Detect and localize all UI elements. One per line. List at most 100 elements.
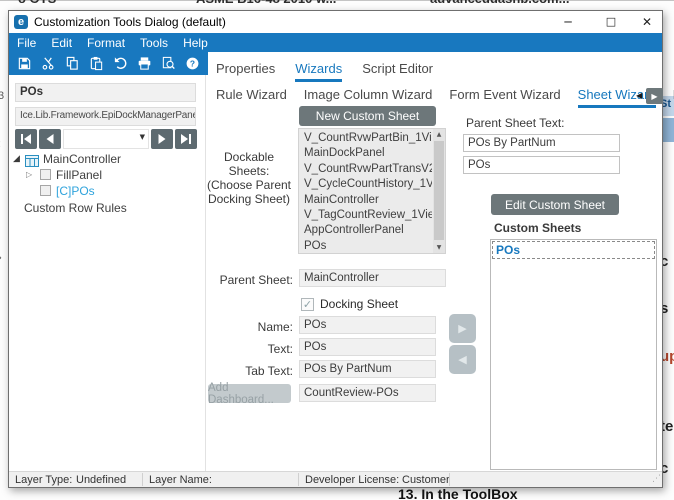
backdrop-fragment: › [0,252,2,264]
tree-expanded-icon[interactable]: ◢ [13,154,20,164]
tab-sheet-wizard[interactable]: Sheet Wizard [577,87,656,108]
nav-prev-button[interactable] [39,129,61,149]
tab-properties[interactable]: Properties [216,61,275,82]
tree-node-maincontroller[interactable]: MainController [43,152,121,166]
parent-sheet-label: Parent Sheet: [219,273,293,287]
nav-dropdown[interactable]: ▼ [63,129,149,149]
chevron-down-icon: ▼ [139,133,145,141]
divider [142,473,143,486]
scroll-up-icon[interactable]: ▲ [433,129,445,140]
developer-license-label: Developer License: [305,474,400,486]
name-field[interactable]: POs [299,316,436,334]
list-item[interactable]: V_TagCountReview_1View... [299,208,432,223]
backdrop-fragment: o OTS [18,0,56,6]
zoom-icon[interactable] [160,56,176,72]
backdrop-fragment: te [662,418,674,435]
backdrop-fragment: : [0,138,1,150]
dockable-sheets-listbox[interactable]: V_CountRvwPartBin_1View... MainDockPanel… [298,128,446,254]
tab-form-event-wizard[interactable]: Form Event Wizard [449,87,560,108]
tree-collapsed-icon[interactable]: ▷ [26,170,32,179]
control-type-field: Ice.Lib.Framework.EpiDockManagerPane [15,107,196,126]
paste-icon[interactable] [88,56,104,72]
save-icon[interactable] [16,56,32,72]
cut-icon[interactable] [40,56,56,72]
print-icon[interactable] [136,56,152,72]
tab-scroll-left-icon[interactable]: ◀ [636,91,642,100]
move-right-button[interactable]: ▶ [449,314,476,343]
menu-item-file[interactable]: File [17,36,36,50]
backdrop-highlight-band [662,118,674,142]
help-icon[interactable]: ? [184,56,200,72]
title-bar[interactable]: e Customization Tools Dialog (default) ─… [9,11,662,33]
developer-license-value: Customer [402,474,450,486]
scroll-down-icon[interactable]: ▼ [433,242,445,253]
toolbar: ? [9,52,208,75]
customization-tools-dialog: e Customization Tools Dialog (default) ─… [8,10,674,488]
tab-rule-wizard[interactable]: Rule Wizard [216,87,287,108]
close-icon[interactable]: ✕ [632,11,662,33]
nav-next-button[interactable] [151,129,173,149]
scrollbar-thumb[interactable] [434,141,444,240]
list-item[interactable]: MainController [299,193,432,208]
name-label: Name: [257,320,293,334]
tree-node-custom-row-rules[interactable]: Custom Row Rules [24,201,127,215]
docking-sheet-checkbox[interactable]: ✓ [301,298,314,311]
maximize-icon[interactable]: □ [596,11,626,33]
layer-name-label: Layer Name: [149,474,212,486]
dockable-sheets-label: Dockable Sheets: (Choose Parent Docking … [206,150,292,206]
menu-item-edit[interactable]: Edit [51,36,72,50]
backdrop-top-strip: o OTS ASME B16-48 2010 w... advanceddash… [0,0,674,10]
epicor-logo-icon: e [14,15,28,29]
tab-script-editor[interactable]: Script Editor [362,61,433,82]
minimize-icon[interactable]: ─ [553,11,583,33]
move-left-button[interactable]: ◀ [449,345,476,374]
menu-item-help[interactable]: Help [183,36,208,50]
scrollbar[interactable]: ▲ ▼ [433,129,445,253]
list-item-selected[interactable]: POs [492,241,655,259]
resize-grip[interactable]: ⋰ [652,474,661,484]
nav-last-button[interactable] [175,129,197,149]
selected-control-field[interactable]: POs [15,83,196,102]
list-item[interactable]: MainDockPanel [299,146,432,161]
parent-sheet-text-label: Parent Sheet Text: [466,116,565,130]
menu-bar: File Edit Format Tools Help [9,33,662,52]
backdrop-fragment: ASME B16-48 2010 w... [196,0,336,6]
divider [298,473,299,486]
divider [449,473,450,486]
layer-type-value: Undefined [76,474,127,486]
text-field[interactable]: POs [299,338,436,356]
tab-scroll-right-button[interactable]: ▶ [646,88,663,104]
tab-text-field[interactable]: POs By PartNum [299,360,436,378]
list-item[interactable]: V_CountRvwPartTransV2_... [299,162,432,177]
parent-sheet-text-field-2[interactable]: POs [463,156,620,174]
wizard-tab-strip: Rule Wizard Image Column Wizard Form Eve… [216,87,674,108]
tab-text-label: Tab Text: [245,364,293,378]
tree-node-icon [40,169,51,180]
list-item[interactable]: V_CycleCountHistory_1Vie... [299,177,432,192]
tab-wizards[interactable]: Wizards [295,61,343,82]
tree-node-fillpanel[interactable]: FillPanel [56,168,102,182]
nav-first-button[interactable] [15,129,37,149]
tab-image-column-wizard[interactable]: Image Column Wizard [304,87,433,108]
tree-node-cpos[interactable]: [C]POs [56,184,95,198]
list-item[interactable]: AppControllerPanel [299,223,432,238]
backdrop-fragment: 3 [0,90,5,102]
undo-icon[interactable] [112,56,128,72]
copy-icon[interactable] [64,56,80,72]
tree-node-icon [40,185,51,196]
edit-custom-sheet-button[interactable]: Edit Custom Sheet [491,194,619,215]
menu-item-tools[interactable]: Tools [140,36,168,50]
list-item[interactable]: POs [299,239,432,253]
parent-sheet-field[interactable]: MainController [299,269,446,287]
custom-sheets-listbox[interactable]: POs [490,239,657,470]
list-item[interactable]: V_CountRvwPartBin_1View... [299,131,432,146]
backdrop-fragment: 13. In the ToolBox [398,486,518,500]
backdrop-right-strip: St c s up te c [662,10,674,486]
parent-sheet-text-field-1[interactable]: POs By PartNum [463,134,620,152]
add-dashboard-button[interactable]: Add Dashboard... [208,382,291,406]
new-custom-sheet-button[interactable]: New Custom Sheet [299,106,436,126]
backdrop-fragment: advanceddashb.com... [430,0,569,6]
dashboard-field[interactable]: CountReview-POs [299,384,436,402]
backdrop-fragment: up [662,348,674,365]
menu-item-format[interactable]: Format [87,36,125,50]
